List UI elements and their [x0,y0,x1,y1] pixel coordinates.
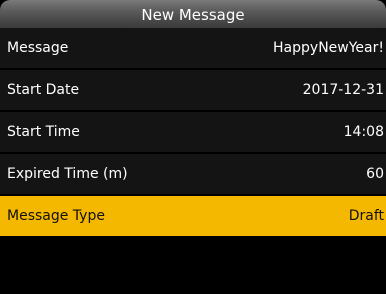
settings-list: Message HappyNewYear! Start Date 2017-12… [0,28,386,238]
setting-label: Message Type [7,208,105,224]
setting-value: HappyNewYear! [273,40,384,56]
setting-value: Draft [348,208,384,224]
setting-label: Message [7,40,69,56]
setting-row-message-type[interactable]: Message Type Draft [0,196,386,236]
setting-row-start-date[interactable]: Start Date 2017-12-31 [0,70,386,110]
setting-label: Expired Time (m) [7,166,128,182]
setting-row-expired-time[interactable]: Expired Time (m) 60 [0,154,386,194]
setting-label: Start Time [7,124,80,140]
title-bar: New Message [0,0,386,28]
setting-value: 2017-12-31 [302,82,384,98]
setting-value: 14:08 [343,124,384,140]
setting-label: Start Date [7,82,80,98]
setting-row-message[interactable]: Message HappyNewYear! [0,28,386,68]
page-title: New Message [141,5,245,24]
setting-value: 60 [366,166,384,182]
device-screen: New Message Message HappyNewYear! Start … [0,0,386,294]
setting-row-start-time[interactable]: Start Time 14:08 [0,112,386,152]
